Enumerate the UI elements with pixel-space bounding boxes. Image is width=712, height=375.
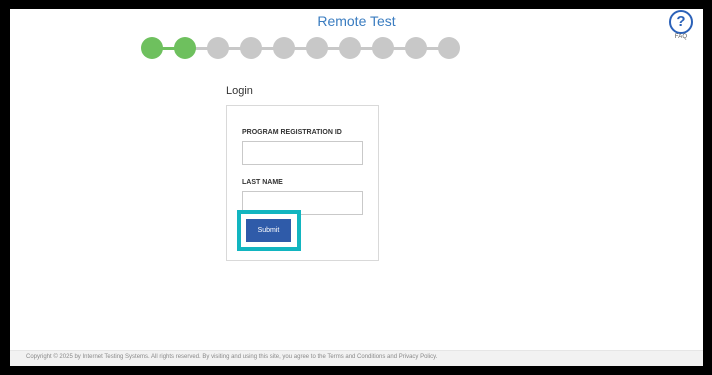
progress-step-5 bbox=[273, 37, 295, 59]
help-icon[interactable]: ? bbox=[669, 10, 693, 34]
program-registration-id-input[interactable] bbox=[242, 141, 363, 165]
submit-button[interactable]: Submit bbox=[246, 219, 291, 242]
progress-step-4 bbox=[240, 37, 262, 59]
progress-step-9 bbox=[405, 37, 427, 59]
last-name-label: LAST NAME bbox=[242, 179, 283, 186]
faq-label[interactable]: FAQ bbox=[668, 34, 694, 40]
page-title: Remote Test bbox=[317, 13, 396, 29]
progress-step-6 bbox=[306, 37, 328, 59]
progress-step-10 bbox=[438, 37, 460, 59]
progress-step-3 bbox=[207, 37, 229, 59]
program-registration-id-label: PROGRAM REGISTRATION ID bbox=[242, 129, 342, 136]
copyright-text: Copyright © 2025 by Internet Testing Sys… bbox=[26, 354, 438, 360]
faq-link[interactable]: ? FAQ bbox=[668, 10, 694, 40]
progress-stepper bbox=[141, 37, 463, 59]
submit-focus-highlight: Submit bbox=[237, 210, 301, 251]
progress-step-7 bbox=[339, 37, 361, 59]
progress-step-8 bbox=[372, 37, 394, 59]
progress-step-1 bbox=[141, 37, 163, 59]
progress-step-2 bbox=[174, 37, 196, 59]
login-form: PROGRAM REGISTRATION ID LAST NAME Submit bbox=[226, 105, 379, 261]
footer: Copyright © 2025 by Internet Testing Sys… bbox=[10, 350, 703, 366]
progress-track bbox=[152, 47, 448, 50]
page: Remote Test ? FAQ Login PROGRAM REGISTRA… bbox=[10, 9, 703, 366]
login-heading: Login bbox=[226, 85, 253, 97]
